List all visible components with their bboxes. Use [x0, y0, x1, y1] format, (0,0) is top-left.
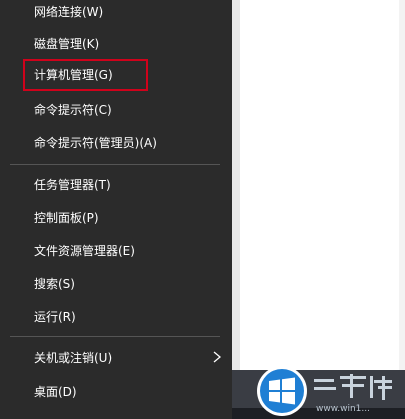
winx-context-menu: 网络连接(W) 磁盘管理(K) 计算机管理(G) 命令提示符(C) 命令提示符(…: [0, 0, 232, 419]
menu-item-task-manager[interactable]: 任务管理器(T): [34, 172, 111, 198]
menu-item-shutdown-signout[interactable]: 关机或注销(U): [34, 345, 112, 371]
menu-item-disk-management[interactable]: 磁盘管理(K): [34, 31, 99, 57]
window-edge: [399, 0, 405, 419]
screenshot: 网络连接(W) 磁盘管理(K) 计算机管理(G) 命令提示符(C) 命令提示符(…: [0, 0, 405, 419]
menu-item-run[interactable]: 运行(R): [34, 304, 76, 330]
windows-logo-icon: [257, 366, 307, 416]
menu-separator: [10, 164, 220, 165]
menu-item-file-explorer[interactable]: 文件资源管理器(E): [34, 238, 135, 264]
menu-item-control-panel[interactable]: 控制面板(P): [34, 205, 99, 231]
red-highlight-box: [23, 59, 148, 91]
menu-item-command-prompt[interactable]: 命令提示符(C): [34, 97, 112, 123]
chevron-right-icon: [213, 351, 222, 363]
menu-item-network-connections[interactable]: 网络连接(W): [34, 0, 103, 25]
menu-item-command-prompt-admin[interactable]: 命令提示符(管理员)(A): [34, 130, 157, 156]
menu-separator: [10, 336, 220, 337]
menu-item-desktop[interactable]: 桌面(D): [34, 379, 77, 405]
menu-item-search[interactable]: 搜索(S): [34, 271, 75, 297]
watermark-url: www.win1...: [316, 404, 370, 414]
desktop-background: [232, 0, 240, 419]
